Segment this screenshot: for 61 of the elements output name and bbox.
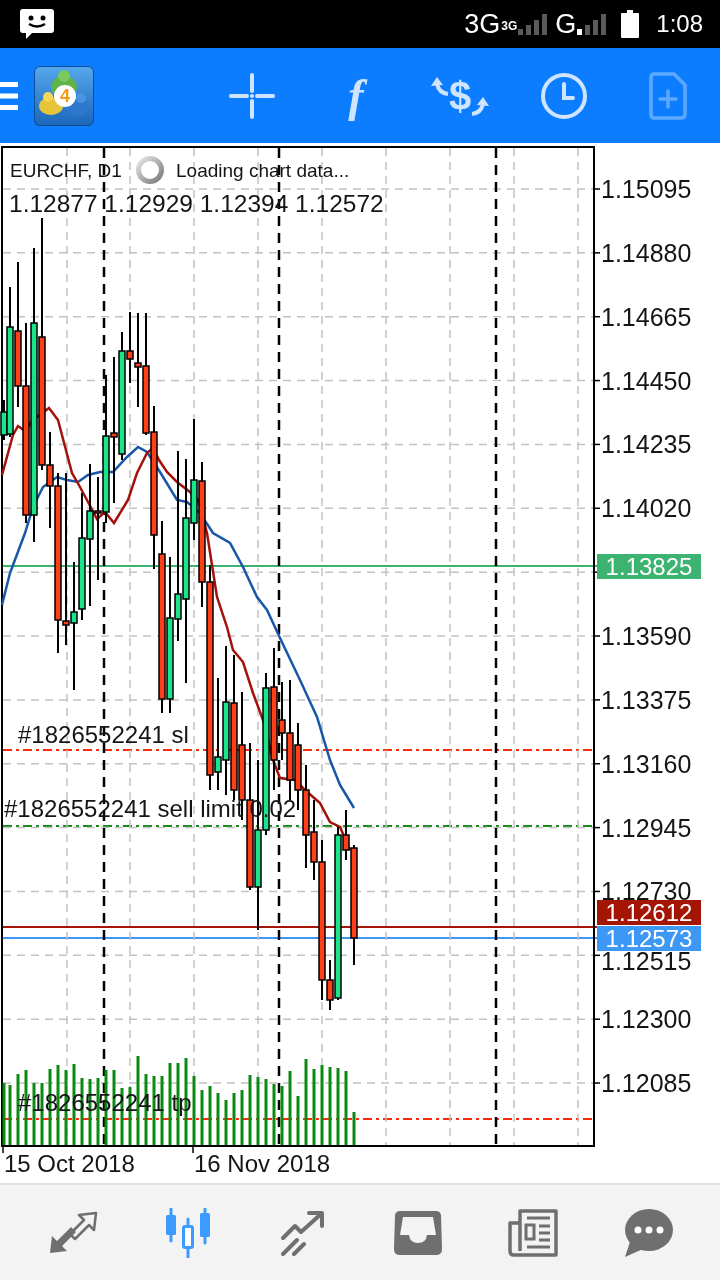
price-axis-label: 1.14450	[601, 371, 692, 390]
price-axis-label: 1.12730	[601, 882, 692, 901]
trade-tab[interactable]	[278, 1209, 327, 1256]
volume-bar	[192, 1076, 196, 1145]
network-superscript-label: 3G	[501, 20, 518, 32]
network-label: 3G	[464, 10, 501, 38]
signal-icon	[577, 13, 608, 35]
price-axis-label: 1.13160	[601, 754, 692, 773]
network-label: G	[555, 10, 577, 38]
price-axis-label: 1.13375	[601, 690, 692, 709]
loading-spinner-icon	[136, 156, 164, 184]
price-tag: 1.12612	[597, 900, 701, 925]
price-axis-label: 1.12085	[601, 1074, 692, 1093]
date-axis-label: 16 Nov 2018	[194, 1152, 331, 1176]
volume-bar	[352, 1112, 356, 1145]
price-axis-label: 1.13590	[601, 627, 692, 645]
chart-tab[interactable]	[163, 1207, 212, 1258]
price-tag: 1.12573	[597, 926, 701, 951]
crosshair-button[interactable]	[229, 72, 275, 119]
volume-bar	[208, 1086, 212, 1145]
price-axis-label: 1.14665	[601, 307, 692, 326]
trade-button[interactable]: $	[430, 75, 490, 116]
volume-bar	[200, 1090, 204, 1145]
indicators-button[interactable]: f	[336, 64, 376, 127]
volume-bar	[256, 1077, 260, 1145]
ohlc-values: 1.12877 1.12929 1.12394 1.12572	[9, 191, 384, 217]
volume-bar	[2, 1083, 6, 1145]
price-axis-label: 1.12945	[601, 818, 692, 837]
curved-arrow-icon[interactable]	[471, 95, 490, 116]
curved-arrow-icon[interactable]	[430, 75, 449, 96]
volume-bar	[248, 1075, 252, 1145]
price-axis-label: 1.12300	[601, 1010, 692, 1029]
clock-button[interactable]	[541, 72, 587, 119]
order-label: #1826552241 sl	[18, 723, 189, 747]
price-axis-label: 1.15095	[601, 180, 692, 198]
volume-bar	[280, 1086, 284, 1145]
price-axis-label: 1.14235	[601, 435, 692, 454]
signal-icon	[518, 13, 549, 35]
volume-bar	[272, 1084, 276, 1145]
volume-bar	[8, 1085, 12, 1145]
price-axis-label: 1.14880	[601, 243, 692, 262]
menu-icon[interactable]	[0, 81, 18, 110]
date-axis-label: 15 Oct 2018	[4, 1152, 135, 1176]
volume-bar	[240, 1090, 244, 1145]
volume-bar	[296, 1096, 300, 1145]
volume-bar	[16, 1074, 20, 1145]
price-axis-label: 1.14020	[601, 499, 692, 518]
clock-time: 1:08	[656, 12, 703, 36]
volume-bar	[216, 1093, 220, 1145]
quotes-tab[interactable]	[47, 1210, 98, 1255]
price-tag: 1.13825	[597, 553, 701, 579]
volume-bar	[232, 1093, 236, 1145]
history-tab[interactable]	[393, 1210, 442, 1255]
app-logo[interactable]: 4	[34, 65, 94, 126]
volume-bar	[224, 1100, 228, 1145]
battery-icon	[621, 10, 640, 38]
price-axis-label: 1.12515	[601, 952, 692, 971]
volume-bar	[264, 1079, 268, 1145]
chat-bubble-icon	[20, 9, 54, 39]
chat-tab[interactable]	[622, 1208, 673, 1257]
news-tab[interactable]	[507, 1208, 558, 1257]
